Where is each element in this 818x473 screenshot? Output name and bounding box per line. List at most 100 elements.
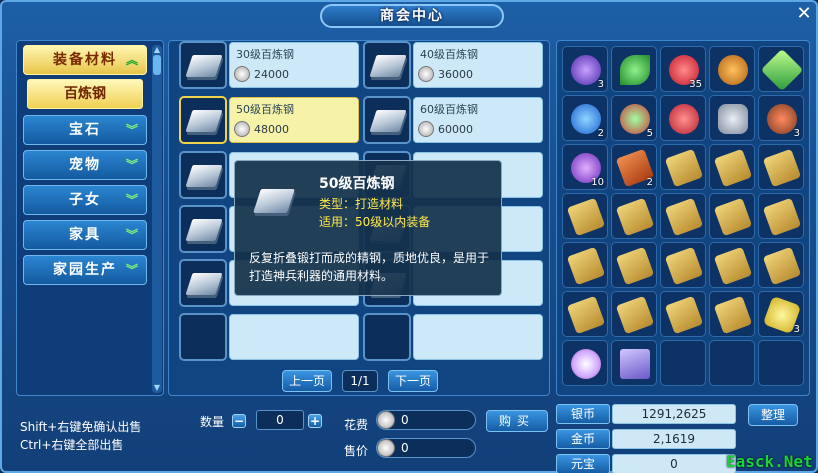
- inventory-slot[interactable]: 10: [562, 144, 608, 190]
- prev-page-button[interactable]: 上一页: [282, 370, 332, 392]
- quantity-minus-button[interactable]: −: [232, 414, 246, 428]
- empty-slot: [363, 313, 411, 361]
- item-price: 48000: [254, 123, 289, 136]
- scroll-icon: [713, 148, 753, 188]
- category-equipment-materials[interactable]: 装备材料 ︽: [23, 45, 147, 75]
- inventory-slot[interactable]: [660, 193, 706, 239]
- category-label: 子女: [69, 192, 101, 208]
- inventory-slot[interactable]: [660, 291, 706, 337]
- silver-value: 1291,2625: [612, 404, 736, 424]
- scroll-up-icon[interactable]: ▲: [152, 45, 162, 55]
- inventory-slot[interactable]: 3: [758, 95, 804, 141]
- item-count: 2: [646, 177, 653, 188]
- inventory-slot-empty[interactable]: [709, 340, 755, 386]
- scroll-icon: [664, 246, 704, 286]
- gold-value: 2,1619: [612, 429, 736, 449]
- inventory-slot[interactable]: [562, 193, 608, 239]
- item-slot-empty[interactable]: [179, 313, 359, 363]
- scroll-icon: [762, 246, 802, 286]
- item-count: 3: [793, 128, 800, 139]
- hint-shift-sell: Shift+右键免确认出售: [20, 420, 142, 434]
- inventory-slot[interactable]: [660, 144, 706, 190]
- silver-coin-icon: [234, 66, 250, 82]
- inventory-slot[interactable]: [709, 144, 755, 190]
- paper-icon: [620, 349, 650, 379]
- inventory-slot[interactable]: [562, 242, 608, 288]
- inventory-slot[interactable]: [611, 46, 657, 92]
- inventory-slot[interactable]: [611, 242, 657, 288]
- category-scrollbar[interactable]: ▲ ▼: [152, 45, 162, 393]
- inventory-slot[interactable]: [611, 291, 657, 337]
- scroll-icon: [566, 295, 606, 335]
- inventory-slot[interactable]: 2: [611, 144, 657, 190]
- close-icon[interactable]: ✕: [794, 4, 814, 24]
- silver-label: 银币: [556, 404, 610, 424]
- quantity-input[interactable]: 0: [256, 410, 304, 430]
- category-label: 家具: [69, 227, 101, 243]
- item-price: 36000: [438, 68, 473, 81]
- item-steel-40[interactable]: 40级百炼钢 36000: [363, 41, 543, 91]
- next-page-button[interactable]: 下一页: [388, 370, 438, 392]
- item-slot-empty[interactable]: [363, 313, 543, 363]
- steel-ingot-icon: [251, 175, 299, 223]
- page-indicator: 1/1: [342, 370, 378, 392]
- inventory-slot[interactable]: [660, 95, 706, 141]
- steel-ingot-icon: [363, 41, 411, 89]
- watermark: Easck.Net: [726, 452, 813, 471]
- inventory-slot[interactable]: [709, 95, 755, 141]
- quantity-plus-button[interactable]: +: [308, 414, 322, 428]
- spike-icon: [767, 104, 797, 134]
- steel-ingot-icon: [363, 96, 411, 144]
- item-count: 3: [597, 79, 604, 90]
- scroll-icon: [762, 197, 802, 237]
- inventory-slot-empty[interactable]: [758, 340, 804, 386]
- inventory-slot[interactable]: 3: [758, 291, 804, 337]
- inventory-slot[interactable]: [562, 340, 608, 386]
- inventory-slot[interactable]: [709, 46, 755, 92]
- inventory-slot[interactable]: [611, 340, 657, 386]
- scroll-thumb[interactable]: [153, 55, 161, 75]
- inventory-slot[interactable]: [758, 242, 804, 288]
- inventory-slot-empty[interactable]: [660, 340, 706, 386]
- item-steel-50[interactable]: 50级百炼钢 48000: [179, 96, 359, 146]
- item-card: [413, 314, 543, 360]
- inventory-slot[interactable]: [611, 193, 657, 239]
- inventory-slot[interactable]: [709, 291, 755, 337]
- category-pets[interactable]: 宠物 ︾: [23, 150, 147, 180]
- silver-coin-icon: [377, 411, 395, 429]
- inventory-slot[interactable]: [758, 193, 804, 239]
- inventory-slot[interactable]: [660, 242, 706, 288]
- inventory-slot[interactable]: [758, 144, 804, 190]
- subcategory-steel[interactable]: 百炼钢: [27, 79, 143, 109]
- item-steel-30[interactable]: 30级百炼钢 24000: [179, 41, 359, 91]
- hint-ctrl-sell: Ctrl+右键全部出售: [20, 438, 124, 452]
- chevron-down-icon: ︾: [125, 123, 140, 137]
- scroll-icon: [615, 246, 655, 286]
- scroll-icon: [713, 295, 753, 335]
- item-card: 30级百炼钢 24000: [229, 42, 359, 88]
- category-home-production[interactable]: 家园生产 ︾: [23, 255, 147, 285]
- inventory-slot[interactable]: [709, 193, 755, 239]
- inventory-slot[interactable]: 3: [562, 46, 608, 92]
- inventory-slot[interactable]: [758, 46, 804, 92]
- yuanbao-value: 0: [612, 454, 736, 473]
- inventory-slot[interactable]: 2: [562, 95, 608, 141]
- inventory-slot[interactable]: [562, 291, 608, 337]
- buy-button[interactable]: 购买: [486, 410, 548, 432]
- inventory-slot[interactable]: [709, 242, 755, 288]
- shop-window: 商会中心 ✕ 装备材料 ︽ 百炼钢 宝石 ︾ 宠物 ︾ 子女 ︾ 家具 ︾ 家园…: [0, 0, 818, 473]
- item-steel-60[interactable]: 60级百炼钢 60000: [363, 96, 543, 146]
- category-furniture[interactable]: 家具 ︾: [23, 220, 147, 250]
- category-gems[interactable]: 宝石 ︾: [23, 115, 147, 145]
- inventory-slot[interactable]: 5: [611, 95, 657, 141]
- sort-button[interactable]: 整理: [748, 404, 798, 426]
- scroll-icon: [713, 197, 753, 237]
- crystal-icon: [571, 55, 601, 85]
- item-name: 40级百炼钢: [420, 48, 478, 61]
- scroll-down-icon[interactable]: ▼: [152, 383, 162, 393]
- item-card: 60级百炼钢 60000: [413, 97, 543, 143]
- category-panel: 装备材料 ︽ 百炼钢 宝石 ︾ 宠物 ︾ 子女 ︾ 家具 ︾ 家园生产 ︾ ▲ …: [16, 40, 164, 396]
- category-label: 宠物: [69, 157, 101, 173]
- inventory-slot[interactable]: 35: [660, 46, 706, 92]
- category-children[interactable]: 子女 ︾: [23, 185, 147, 215]
